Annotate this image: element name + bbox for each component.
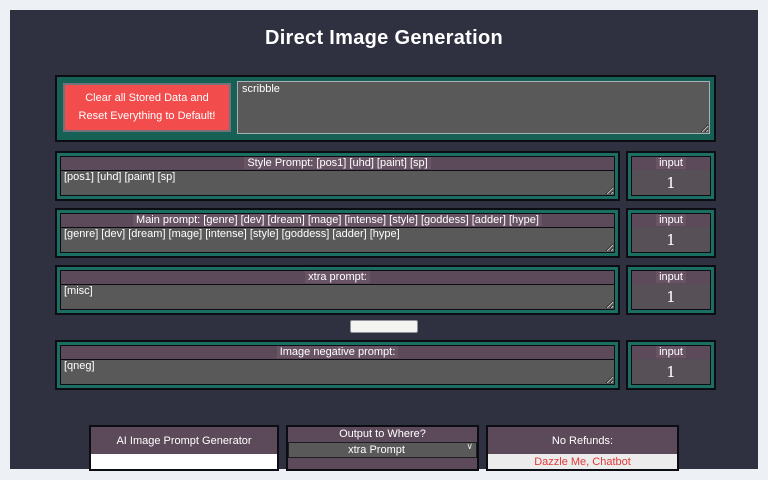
negative-prompt-section: Image negative prompt: [qneg] input — [55, 340, 716, 390]
style-count-label-text: input — [656, 157, 686, 169]
style-count-input[interactable] — [631, 170, 711, 196]
main-count-label: input — [631, 213, 711, 227]
main-prompt-box: Main prompt: [genre] [dev] [dream] [mage… — [55, 208, 620, 258]
style-prompt-header: Style Prompt: [pos1] [uhd] [paint] [sp] — [60, 156, 615, 170]
no-refunds-label: No Refunds: — [551, 434, 614, 447]
ai-generator-label: AI Image Prompt Generator — [116, 434, 252, 447]
style-prompt-box: Style Prompt: [pos1] [uhd] [paint] [sp] … — [55, 151, 620, 201]
xtra-count-label: input — [631, 270, 711, 284]
output-destination-box: Output to Where? xtra Prompt ∨ — [286, 425, 479, 471]
scratch-textarea[interactable]: scribble — [237, 81, 710, 134]
output-destination-label: Output to Where? — [339, 427, 426, 440]
main-count-label-text: input — [656, 214, 686, 226]
main-prompt-header: Main prompt: [genre] [dev] [dream] [mage… — [60, 213, 615, 227]
clear-all-data-button[interactable]: Clear all Stored Data and Reset Everythi… — [63, 83, 231, 132]
reset-section: Clear all Stored Data and Reset Everythi… — [55, 75, 716, 142]
style-prompt-section: Style Prompt: [pos1] [uhd] [paint] [sp] … — [55, 151, 716, 201]
xtra-count-label-text: input — [656, 271, 686, 283]
xtra-count-box: input — [626, 265, 716, 315]
style-count-label: input — [631, 156, 711, 170]
output-destination-select[interactable]: xtra Prompt — [288, 442, 477, 458]
xtra-prompt-box: xtra prompt: [misc] — [55, 265, 620, 315]
page-title: Direct Image Generation — [264, 27, 504, 49]
output-select-wrap: xtra Prompt ∨ — [288, 440, 477, 458]
xtra-prompt-textarea[interactable]: [misc] — [60, 284, 615, 310]
style-count-box: input — [626, 151, 716, 201]
negative-prompt-box: Image negative prompt: [qneg] — [55, 340, 620, 390]
blank-spacer-button[interactable] — [350, 320, 418, 333]
dazzle-me-chatbot-button[interactable]: Dazzle Me, Chatbot — [488, 454, 677, 469]
xtra-prompt-header: xtra prompt: — [60, 270, 615, 284]
footer-row: AI Image Prompt Generator Output to Wher… — [10, 425, 758, 471]
negative-prompt-textarea[interactable]: [qneg] — [60, 359, 615, 385]
main-prompt-header-text: Main prompt: [genre] [dev] [dream] [mage… — [133, 214, 542, 226]
app-panel: Direct Image Generation Clear all Stored… — [10, 10, 758, 471]
negative-count-label-text: input — [656, 346, 686, 358]
xtra-prompt-section: xtra prompt: [misc] input — [55, 265, 716, 315]
style-prompt-textarea[interactable]: [pos1] [uhd] [paint] [sp] — [60, 170, 615, 196]
xtra-prompt-header-text: xtra prompt: — [305, 271, 370, 283]
main-count-box: input — [626, 208, 716, 258]
negative-prompt-header: Image negative prompt: — [60, 345, 615, 359]
xtra-count-input[interactable] — [631, 284, 711, 310]
ai-generator-input[interactable] — [91, 454, 277, 469]
negative-count-box: input — [626, 340, 716, 390]
main-count-input[interactable] — [631, 227, 711, 253]
main-prompt-section: Main prompt: [genre] [dev] [dream] [mage… — [55, 208, 716, 258]
ai-generator-box: AI Image Prompt Generator — [89, 425, 279, 471]
main-prompt-textarea[interactable]: [genre] [dev] [dream] [mage] [intense] [… — [60, 227, 615, 253]
style-prompt-header-text: Style Prompt: [pos1] [uhd] [paint] [sp] — [244, 157, 431, 169]
no-refunds-box: No Refunds: Dazzle Me, Chatbot — [486, 425, 679, 471]
negative-count-label: input — [631, 345, 711, 359]
negative-prompt-header-text: Image negative prompt: — [276, 346, 399, 358]
negative-count-input[interactable] — [631, 359, 711, 385]
